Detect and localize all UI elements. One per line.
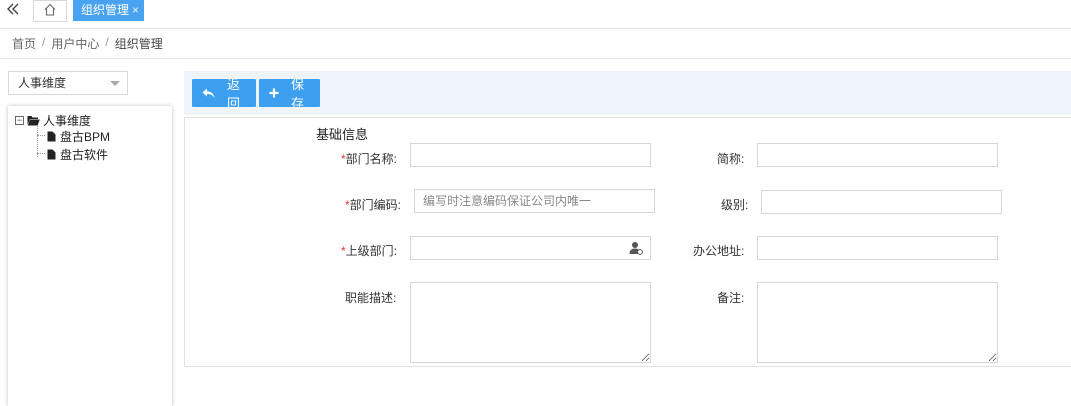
level-input[interactable] <box>761 190 1002 214</box>
divider <box>0 58 1071 59</box>
breadcrumb-separator: / <box>105 35 109 49</box>
file-icon <box>47 149 56 160</box>
remark-textarea[interactable] <box>757 282 998 363</box>
label-text: 上级部门: <box>345 244 398 258</box>
tree-connector <box>37 135 45 136</box>
tree-node-pangu-bpm[interactable]: 盘古BPM <box>47 128 110 145</box>
label-text: 部门编码: <box>349 198 402 212</box>
parent-dept-input[interactable] <box>410 236 651 260</box>
tree-node-label: 盘古BPM <box>60 130 111 144</box>
save-button[interactable]: 保存 <box>259 77 320 111</box>
save-button-label: 保存 <box>290 77 304 111</box>
breadcrumb-home[interactable]: 首页 <box>12 35 36 52</box>
remark-label: 备注: <box>717 291 745 305</box>
double-chevron-left-icon[interactable] <box>6 2 22 22</box>
tree-node-label: 盘古软件 <box>60 148 109 162</box>
org-form: 基础信息 *部门名称: 简称: *部门编码: 级别: *上级部门: 办公地址: … <box>184 117 1071 367</box>
reply-icon <box>202 88 215 99</box>
dimension-select-value: 人事维度 <box>18 76 67 90</box>
label-text: 部门名称: <box>345 152 398 166</box>
home-icon <box>43 3 57 19</box>
breadcrumb: 首页 / 用户中心 / 组织管理 <box>12 35 163 52</box>
short-name-label: 简称: <box>717 152 745 166</box>
office-address-input[interactable] <box>757 236 998 260</box>
short-name-input[interactable] <box>757 143 998 167</box>
breadcrumb-current: 组织管理 <box>114 37 163 51</box>
tab-org-management[interactable]: 组织管理 × <box>73 0 145 21</box>
caret-down-icon <box>110 81 120 86</box>
breadcrumb-user-center[interactable]: 用户中心 <box>51 35 99 52</box>
tab-home[interactable] <box>33 0 67 22</box>
section-title: 基础信息 <box>316 127 369 142</box>
collapse-toggle-icon[interactable]: − <box>15 116 24 125</box>
dimension-select[interactable]: 人事维度 <box>8 71 128 95</box>
tree-node-root[interactable]: − 人事维度 <box>15 112 91 129</box>
tree-node-pangu-software[interactable]: 盘古软件 <box>47 146 108 163</box>
org-tree-panel: − 人事维度 盘古BPM 盘古软件 <box>8 106 172 406</box>
dept-name-label: *部门名称: <box>341 150 397 167</box>
toolbar: 返回 保存 <box>184 71 1071 115</box>
back-button[interactable]: 返回 <box>192 77 256 111</box>
dept-code-label: *部门编码: <box>345 196 401 213</box>
parent-dept-label: *上级部门: <box>341 242 397 259</box>
breadcrumb-separator: / <box>42 35 46 49</box>
close-icon[interactable]: × <box>132 0 139 21</box>
tab-label: 组织管理 <box>81 3 130 17</box>
office-address-label: 办公地址: <box>693 244 745 258</box>
level-label: 级别: <box>721 198 749 212</box>
tree-connector <box>37 153 45 154</box>
file-icon <box>47 131 56 142</box>
back-button-label: 返回 <box>226 77 240 111</box>
dept-code-input[interactable] <box>414 189 655 213</box>
function-desc-textarea[interactable] <box>410 282 651 363</box>
tree-node-label: 人事维度 <box>43 114 92 128</box>
user-select-icon[interactable] <box>629 241 643 255</box>
tab-bar: 组织管理 × <box>0 0 1071 29</box>
plus-icon <box>269 88 279 98</box>
dept-name-input[interactable] <box>410 143 651 167</box>
function-desc-label: 职能描述: <box>345 291 397 305</box>
folder-open-icon <box>27 115 40 126</box>
